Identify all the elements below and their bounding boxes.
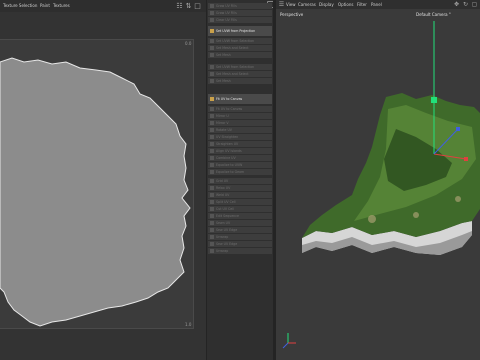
command-icon <box>210 4 214 8</box>
menu-panel[interactable]: Panel <box>371 2 382 7</box>
command-icon <box>210 142 214 146</box>
viewport-panel: ☰ View Cameras Display Options Filter Pa… <box>276 0 480 360</box>
command-icon <box>210 11 214 15</box>
cmd-26[interactable]: Sewn UV <box>208 220 272 226</box>
cmd-22[interactable]: Weld UV <box>208 192 272 198</box>
cmd-30[interactable]: Unwrap <box>208 248 272 254</box>
uv-island <box>0 57 191 327</box>
cmd-11[interactable]: Mirror U <box>208 113 272 119</box>
cmd-20[interactable]: Grid UV <box>208 178 272 184</box>
menu-options[interactable]: Options <box>338 2 353 7</box>
viewport-view-icon[interactable]: ☰ <box>277 0 286 9</box>
axis-z-handle <box>456 127 460 131</box>
cmd-27[interactable]: Sew UV Edge <box>208 227 272 233</box>
command-icon <box>210 207 214 211</box>
fit-canvas-icon <box>210 97 214 101</box>
uv-island-svg <box>0 57 191 327</box>
cmd-9[interactable]: Set Mesh <box>208 78 272 84</box>
cmd-set-uvw-from-projection[interactable]: Set UVW from Projection <box>208 26 272 36</box>
world-axis-gizmo <box>282 333 296 349</box>
menu-texture-selection[interactable]: Texture Selection <box>3 3 37 8</box>
cmd-15[interactable]: Straighten UV <box>208 141 272 147</box>
terrain-clearing <box>368 215 376 223</box>
cmd-12[interactable]: Mirror V <box>208 120 272 126</box>
command-icon <box>210 156 214 160</box>
viewport-maximize-icon[interactable]: ▢ <box>470 0 479 9</box>
viewport-rotate-icon[interactable]: ↻ <box>461 0 470 9</box>
uv-editor-panel: Texture Selection Paint Textures ☷ ⇅ □ 0… <box>0 0 207 360</box>
cmd-16[interactable]: Align UV Islands <box>208 148 272 154</box>
cmd-23[interactable]: Split UV Cell <box>208 199 272 205</box>
cmd-25[interactable]: Edit Sequence <box>208 213 272 219</box>
command-icon <box>210 235 214 239</box>
cmd-6[interactable]: Set Mesh <box>208 52 272 58</box>
command-icon <box>210 200 214 204</box>
command-icon <box>210 39 214 43</box>
uv-canvas[interactable]: 0.0 1.0 <box>0 39 194 329</box>
cmd-5[interactable]: Set Mesh and Select <box>208 45 272 51</box>
axis-y-handle <box>431 97 437 103</box>
cmd-8[interactable]: Set Mesh and Select <box>208 71 272 77</box>
command-icon <box>210 242 214 246</box>
cmd-2[interactable]: Clear UV Fills <box>208 17 272 23</box>
command-icon <box>210 107 214 111</box>
menu-view[interactable]: View <box>286 2 296 7</box>
command-icon <box>210 128 214 132</box>
maximize-icon[interactable]: □ <box>193 1 202 10</box>
command-icon <box>210 149 214 153</box>
menu-cameras[interactable]: Cameras <box>298 2 316 7</box>
command-icon <box>210 65 214 69</box>
command-icon <box>210 121 214 125</box>
command-icon <box>210 53 214 57</box>
terrain-clearing <box>413 212 419 218</box>
uv-editor-menubar: Texture Selection Paint Textures ☷ ⇅ □ <box>0 0 207 12</box>
viewport-move-icon[interactable]: ✥ <box>452 0 461 9</box>
terrain-svg <box>282 21 480 349</box>
menu-filter[interactable]: Filter <box>357 2 367 7</box>
command-icon <box>210 18 214 22</box>
command-icon <box>210 46 214 50</box>
cmd-1[interactable]: Grow UV Fills <box>208 10 272 16</box>
cmd-fit-uv-to-canvas[interactable]: Fit UV to Canvas <box>208 94 272 104</box>
viewport-menubar: ☰ View Cameras Display Options Filter Pa… <box>276 0 480 9</box>
menu-display[interactable]: Display <box>319 2 334 7</box>
cmd-17[interactable]: Combine UV <box>208 155 272 161</box>
cmd-28[interactable]: Unwrap <box>208 234 272 240</box>
projection-icon <box>210 29 214 33</box>
command-icon <box>210 114 214 118</box>
command-icon <box>210 186 214 190</box>
lock-icon[interactable]: ☷ <box>175 1 184 10</box>
command-icon <box>210 135 214 139</box>
menu-textures[interactable]: Textures <box>53 3 70 8</box>
cmd-10[interactable]: Fit UV to Canvas <box>208 106 272 112</box>
cmd-4[interactable]: Set UVW from Selection <box>208 38 272 44</box>
menu-paint[interactable]: Paint <box>40 3 50 8</box>
command-icon <box>210 79 214 83</box>
command-icon <box>210 249 214 253</box>
command-icon <box>210 163 214 167</box>
3d-viewport[interactable]: Perspective Default Camera ° <box>276 9 480 360</box>
pin-icon[interactable]: ⇅ <box>184 1 193 10</box>
axis-x-handle <box>464 157 468 161</box>
uv-command-panel: Grow UV Fills Grow UV Fills Clear UV Fil… <box>207 0 274 360</box>
command-icon <box>210 193 214 197</box>
command-icon <box>210 179 214 183</box>
command-icon <box>210 72 214 76</box>
command-icon <box>210 221 214 225</box>
terrain-clearing <box>455 196 461 202</box>
cmd-0[interactable]: Grow UV Fills <box>208 3 272 9</box>
cmd-7[interactable]: Set UVW from Selection <box>208 64 272 70</box>
cmd-24[interactable]: Cut UV Cell <box>208 206 272 212</box>
cmd-19[interactable]: Equalize to Geom <box>208 169 272 175</box>
cmd-21[interactable]: Relax UV <box>208 185 272 191</box>
cmd-29[interactable]: Sew UV Edge <box>208 241 272 247</box>
command-icon <box>210 170 214 174</box>
cmd-18[interactable]: Equalize to UVW <box>208 162 272 168</box>
command-icon <box>210 228 214 232</box>
command-icon <box>210 214 214 218</box>
cmd-13[interactable]: Rotate UV <box>208 127 272 133</box>
cmd-14[interactable]: UV Straighten <box>208 134 272 140</box>
